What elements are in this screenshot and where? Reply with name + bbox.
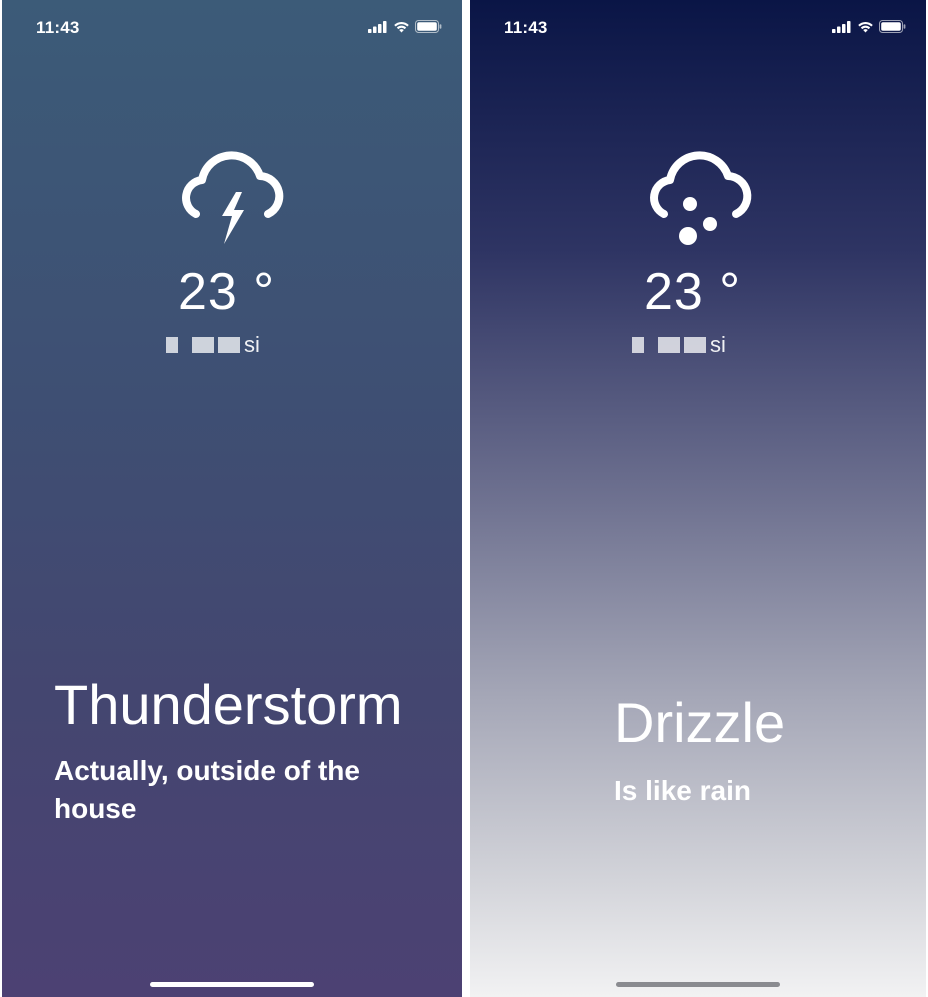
condition-title: Thunderstorm — [54, 673, 403, 736]
temperature: 23 ° — [178, 263, 276, 321]
thunderstorm-icon — [182, 151, 284, 244]
status-icons — [368, 20, 442, 33]
condition-title: Drizzle — [614, 691, 786, 754]
battery-icon — [415, 20, 442, 33]
status-time: 11:43 — [504, 18, 548, 37]
home-indicator[interactable] — [150, 982, 314, 987]
location-suffix: si — [710, 332, 726, 357]
redacted-text — [658, 337, 680, 353]
status-time: 11:43 — [36, 18, 80, 37]
wifi-icon — [394, 21, 409, 32]
redacted-text — [684, 337, 706, 353]
wifi-icon — [858, 21, 873, 32]
redacted-text — [632, 337, 644, 353]
location-label: si — [166, 332, 260, 358]
redacted-text — [192, 337, 214, 353]
weather-screen-drizzle: 11:43 23 ° si Drizzle Is like rain — [470, 0, 926, 997]
condition-description: Is like rain — [614, 775, 751, 806]
battery-icon — [879, 20, 906, 33]
drizzle-icon — [650, 151, 752, 245]
location-suffix: si — [244, 332, 260, 357]
home-indicator[interactable] — [616, 982, 780, 987]
redacted-text — [166, 337, 178, 353]
location-label: si — [632, 332, 726, 358]
condition-description: Actually, outside of the house — [54, 755, 360, 824]
weather-screen-thunderstorm: 11:43 23 ° si Thunderstorm Actually, out… — [2, 0, 462, 997]
temperature: 23 ° — [644, 263, 742, 321]
cellular-signal-icon — [368, 20, 387, 33]
redacted-text — [218, 337, 240, 353]
status-icons — [832, 20, 906, 33]
cellular-signal-icon — [832, 20, 851, 33]
